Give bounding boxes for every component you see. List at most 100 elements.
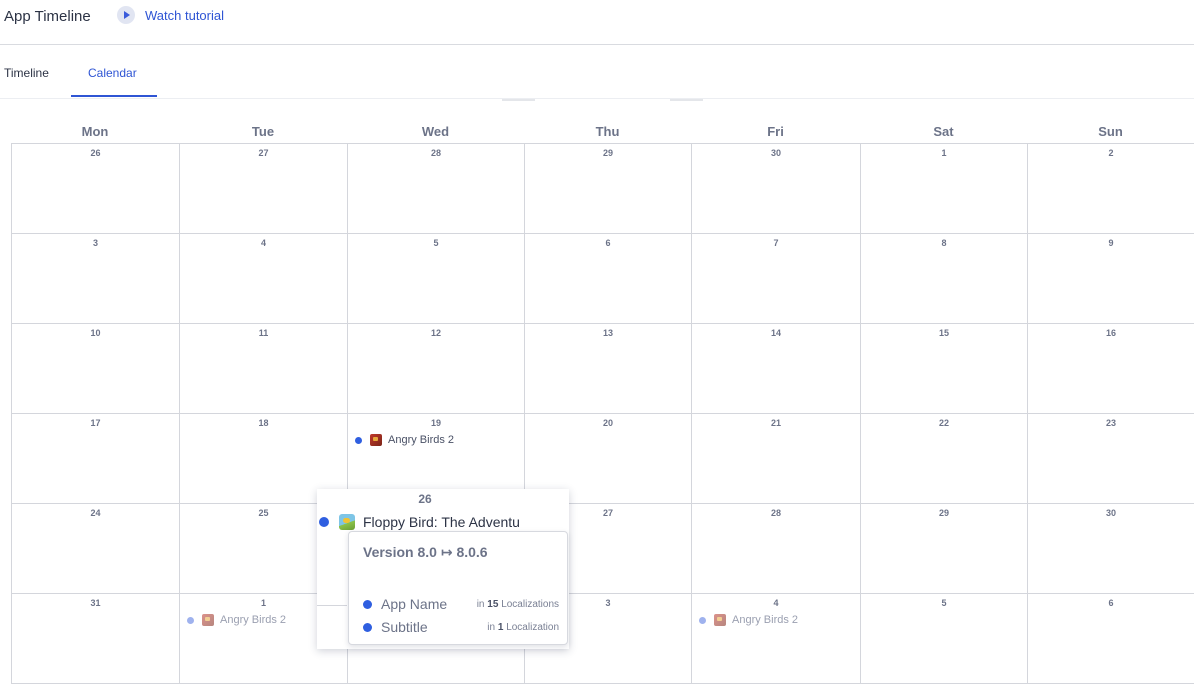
- day-number: 13: [602, 328, 613, 338]
- weekday-label: Wed: [421, 124, 450, 139]
- calendar-day-cell[interactable]: 2: [1028, 144, 1194, 234]
- day-number: 19: [430, 418, 441, 428]
- calendar-day-cell[interactable]: 26: [12, 144, 180, 234]
- tooltip-version-title: Version 8.0 ↦ 8.0.6: [363, 544, 488, 560]
- calendar-day-cell[interactable]: 4: [180, 234, 348, 324]
- day-number: 22: [938, 418, 949, 428]
- page-title: App Timeline: [4, 8, 91, 25]
- calendar-day-cell[interactable]: 27: [180, 144, 348, 234]
- event-name: Angry Birds 2: [220, 614, 287, 626]
- next-month-button[interactable]: [670, 99, 703, 101]
- calendar-event[interactable]: Angry Birds 2: [355, 434, 454, 446]
- calendar-day-cell[interactable]: 1: [861, 144, 1028, 234]
- calendar-day-cell[interactable]: 23: [1028, 414, 1194, 504]
- day-number: 2: [1108, 148, 1114, 158]
- popover-date: 26: [418, 492, 432, 506]
- calendar-day-cell[interactable]: 5: [348, 234, 525, 324]
- calendar-event[interactable]: Angry Birds 2: [187, 614, 286, 626]
- calendar-day-cell[interactable]: 9: [1028, 234, 1194, 324]
- calendar-event[interactable]: Angry Birds 2: [699, 614, 798, 626]
- detail-count: 15: [487, 598, 499, 610]
- page-header: App Timeline Watch tutorial: [0, 0, 1194, 45]
- event-dot-icon: [187, 616, 194, 624]
- calendar-day-cell[interactable]: 17: [12, 414, 180, 504]
- tooltip-field-name: App Name: [381, 596, 448, 612]
- day-number: 31: [90, 598, 101, 608]
- calendar-day-cell[interactable]: 21: [692, 414, 861, 504]
- calendar-day-cell[interactable]: 12: [348, 324, 525, 414]
- day-number: 7: [773, 238, 779, 248]
- day-number: 14: [770, 328, 781, 338]
- tab-timeline[interactable]: Timeline: [4, 66, 49, 80]
- calendar-day-cell[interactable]: 24: [12, 504, 180, 594]
- day-number: 27: [258, 148, 269, 158]
- angry-birds-app-icon: [714, 614, 726, 626]
- calendar-day-cell[interactable]: 22: [861, 414, 1028, 504]
- day-number: 8: [941, 238, 947, 248]
- tooltip-field-detail: in 1 Localization: [487, 622, 559, 633]
- calendar-day-cell[interactable]: 3: [12, 234, 180, 324]
- day-number: 21: [770, 418, 781, 428]
- tab-calendar[interactable]: Calendar: [88, 66, 137, 80]
- watch-tutorial-label: Watch tutorial: [145, 7, 224, 23]
- popover-event[interactable]: Floppy Bird: The Adventu: [319, 514, 520, 530]
- day-number: 30: [1105, 508, 1116, 518]
- day-number: 28: [430, 148, 441, 158]
- weekday-label: Fri: [767, 124, 784, 139]
- angry-birds-app-icon: [370, 434, 382, 446]
- day-number: 3: [92, 238, 98, 248]
- calendar-day-cell[interactable]: 11: [180, 324, 348, 414]
- prev-month-button[interactable]: [502, 99, 535, 101]
- tooltip-field-name: Subtitle: [381, 619, 428, 635]
- day-number: 5: [433, 238, 439, 248]
- weekday-label: Sun: [1098, 124, 1123, 139]
- day-number: 9: [1108, 238, 1114, 248]
- calendar-day-cell[interactable]: 31: [12, 594, 180, 684]
- detail-suffix: Localization: [506, 621, 559, 633]
- event-name: Angry Birds 2: [732, 614, 799, 626]
- event-dot-icon: [319, 517, 329, 527]
- calendar-day-cell[interactable]: 7: [692, 234, 861, 324]
- detail-suffix: Localizations: [501, 598, 559, 610]
- day-number: 24: [90, 508, 101, 518]
- calendar-day-cell[interactable]: 10: [12, 324, 180, 414]
- calendar-day-cell[interactable]: 15: [861, 324, 1028, 414]
- calendar-day-cell[interactable]: 6: [525, 234, 692, 324]
- day-number: 12: [430, 328, 441, 338]
- detail-prefix: in: [487, 621, 496, 633]
- day-number: 16: [1105, 328, 1116, 338]
- tooltip-row-app-name: App Name in 15 Localizations: [363, 596, 559, 612]
- change-dot-icon: [363, 599, 372, 609]
- tooltip-field-detail: in 15 Localizations: [477, 599, 559, 610]
- day-number: 28: [770, 508, 781, 518]
- calendar-day-cell[interactable]: 14: [692, 324, 861, 414]
- play-icon: [117, 6, 135, 24]
- calendar-day-cell[interactable]: 30: [692, 144, 861, 234]
- detail-prefix: in: [476, 598, 485, 610]
- day-number: 30: [770, 148, 781, 158]
- calendar-day-cell[interactable]: 16: [1028, 324, 1194, 414]
- calendar-day-cell[interactable]: 6: [1028, 594, 1194, 684]
- calendar-day-cell[interactable]: 28: [692, 504, 861, 594]
- calendar-day-cell[interactable]: 29: [861, 504, 1028, 594]
- detail-count: 1: [497, 621, 504, 633]
- weekday-label: Thu: [595, 124, 620, 139]
- change-dot-icon: [363, 622, 372, 632]
- calendar-day-cell[interactable]: 28: [348, 144, 525, 234]
- day-number: 4: [773, 598, 779, 608]
- calendar-day-cell[interactable]: 8: [861, 234, 1028, 324]
- calendar-grid: 26 27 28 29 30 1 2 3 4 5 6 7 8 9 10 11 12 13 14 15 16 17 18 19 A…: [11, 143, 1194, 684]
- calendar-day-cell[interactable]: 5: [861, 594, 1028, 684]
- event-dot-icon: [699, 616, 706, 624]
- calendar-day-cell[interactable]: 30: [1028, 504, 1194, 594]
- day-number: 5: [941, 598, 947, 608]
- view-tabs: Timeline Calendar: [0, 46, 1194, 99]
- calendar-day-cell[interactable]: 29: [525, 144, 692, 234]
- weekday-header-row: Mon Tue Wed Thu Fri Sat Sun: [11, 124, 1194, 142]
- version-tooltip: Version 8.0 ↦ 8.0.6 App Name in 15 Local…: [348, 531, 568, 645]
- watch-tutorial-link[interactable]: Watch tutorial: [117, 6, 224, 24]
- weekday-label: Mon: [81, 124, 109, 139]
- calendar-day-cell[interactable]: 13: [525, 324, 692, 414]
- popover-event-name: Floppy Bird: The Adventu: [363, 514, 520, 530]
- calendar-day-cell[interactable]: 4 Angry Birds 2: [692, 594, 861, 684]
